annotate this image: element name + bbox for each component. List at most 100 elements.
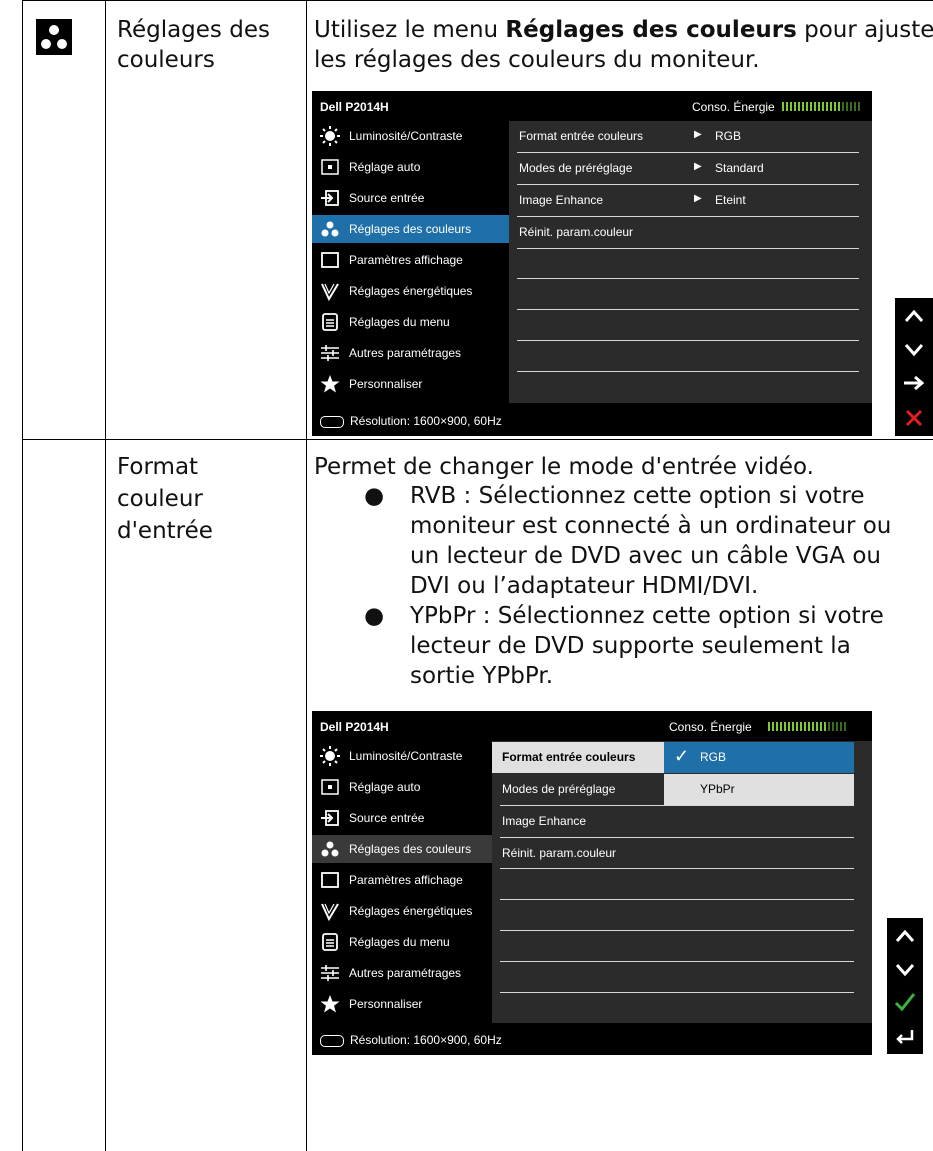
osd-model: Dell P2014H: [320, 720, 389, 734]
auto-adjust-icon: [321, 159, 339, 175]
row1-title-line2: couleurs: [117, 47, 215, 73]
osd-setting-row[interactable]: Réinit. param.couleur: [492, 838, 855, 869]
osd-menu-item-input-source[interactable]: Source entrée: [312, 184, 509, 212]
osd-menu-item-personalize[interactable]: Personnaliser: [312, 370, 509, 398]
divider: [500, 868, 854, 869]
menu-settings-icon: [322, 933, 338, 951]
table-border-col1: [105, 0, 106, 1151]
osd-menu-item-menu-settings[interactable]: Réglages du menu: [312, 308, 509, 336]
osd-menu-item-display-settings[interactable]: Paramètres affichage: [312, 246, 509, 274]
osd-menu-item-brightness[interactable]: Luminosité/Contraste: [312, 122, 509, 150]
option-rgb-selected[interactable]: ✓ RGB: [664, 742, 854, 773]
osd-menu-label: Paramètres affichage: [349, 253, 463, 267]
input-source-icon: [321, 190, 339, 206]
auto-adjust-icon: [321, 779, 339, 795]
table-border-top: [22, 0, 933, 1]
energy-leaf-icon: [321, 283, 339, 301]
osd-setting-row[interactable]: Modes de préréglage ▶ Standard: [509, 153, 872, 184]
row2-title-line3: d'entrée: [117, 518, 213, 544]
osd-menu-item-brightness[interactable]: Luminosité/Contraste: [312, 742, 509, 770]
osd-menu-item-personalize[interactable]: Personnaliser: [312, 990, 509, 1018]
back-icon[interactable]: [887, 1026, 923, 1051]
osd-menu-label: Source entrée: [349, 811, 425, 825]
divider: [500, 992, 854, 993]
divider: [500, 899, 854, 900]
osd-setting-row[interactable]: Modes de préréglage: [492, 774, 664, 805]
osd-menu-item-color-settings[interactable]: Réglages des couleurs: [312, 215, 509, 243]
down-arrow-icon[interactable]: [895, 340, 933, 362]
brightness-icon: [320, 746, 340, 766]
osd-footer: Résolution: 1600×900, 60Hz: [320, 414, 502, 428]
osd-menu-item-color-settings[interactable]: Réglages des couleurs: [312, 835, 509, 863]
osd-menu-item-other-settings[interactable]: Autres paramétrages: [312, 339, 509, 367]
display-settings-icon: [321, 872, 339, 888]
osd-menu-label: Réglages du menu: [349, 935, 450, 949]
osd-setting-row[interactable]: Image Enhance: [492, 806, 855, 837]
menu-settings-icon: [322, 313, 338, 331]
color-settings-icon: [321, 221, 339, 237]
check-icon: ✓: [674, 746, 690, 766]
divider: [500, 961, 854, 962]
sliders-icon: [321, 345, 339, 361]
table-row-divider: [22, 439, 933, 440]
osd-energy-label: Conso. Énergie: [669, 720, 752, 734]
divider: [517, 309, 859, 310]
option-ypbpr[interactable]: YPbPr: [664, 774, 854, 805]
check-icon[interactable]: [887, 992, 923, 1017]
up-arrow-icon[interactable]: [895, 306, 933, 328]
table-border-col2: [306, 0, 307, 1151]
osd-menu-1: Dell P2014H Conso. Énergie Luminosité/Co…: [312, 91, 872, 436]
osd-menu-item-other-settings[interactable]: Autres paramétrages: [312, 959, 509, 987]
osd-menu-item-menu-settings[interactable]: Réglages du menu: [312, 928, 509, 956]
osd-model: Dell P2014H: [320, 100, 389, 114]
osd-menu-item-auto-adjust[interactable]: Réglage auto: [312, 773, 509, 801]
exit-x-icon[interactable]: [895, 408, 933, 433]
osd-menu-label: Réglage auto: [349, 780, 421, 794]
bullet2-line1: YPbPr : Sélectionnez cette option si vot…: [410, 603, 884, 629]
osd-menu-item-display-settings[interactable]: Paramètres affichage: [312, 866, 509, 894]
osd-menu-item-auto-adjust[interactable]: Réglage auto: [312, 153, 509, 181]
osd-menu-label: Réglages des couleurs: [349, 842, 472, 856]
monitor-connector-icon: [320, 1034, 344, 1047]
osd-menu-label: Luminosité/Contraste: [349, 129, 463, 143]
osd-setting-row[interactable]: Image Enhance ▶ Eteint: [509, 185, 872, 216]
table-border-left: [22, 0, 23, 1151]
row2-description-intro: Permet de changer le mode d'entrée vidéo…: [314, 454, 814, 480]
play-arrow-icon: ▶: [694, 161, 702, 172]
osd-setting-row[interactable]: Réinit. param.couleur: [509, 217, 872, 248]
osd-menu-label: Réglage auto: [349, 160, 421, 174]
energy-meter: [782, 102, 860, 111]
divider: [500, 930, 854, 931]
osd-menu-item-energy-settings[interactable]: Réglages énergétiques: [312, 277, 509, 305]
osd-setting-row-selected[interactable]: Format entrée couleurs: [492, 742, 664, 773]
bullet-dot: ●: [364, 483, 385, 509]
right-arrow-icon[interactable]: [895, 374, 933, 396]
color-settings-icon: [36, 19, 72, 55]
color-settings-icon: [321, 841, 339, 857]
osd-menu-label: Personnaliser: [349, 377, 423, 391]
star-icon: [320, 375, 340, 393]
osd-menu-label: Réglages des couleurs: [349, 222, 472, 236]
play-arrow-icon: ▶: [694, 193, 702, 204]
star-icon: [320, 995, 340, 1013]
row1-description-line1: Utilisez le menu Réglages des couleurs p…: [314, 17, 933, 43]
osd-menu-item-energy-settings[interactable]: Réglages énergétiques: [312, 897, 509, 925]
divider: [517, 248, 859, 249]
monitor-connector-icon: [320, 415, 344, 428]
up-arrow-icon[interactable]: [887, 926, 923, 948]
osd-menu-label: Autres paramétrages: [349, 346, 462, 360]
divider: [517, 340, 859, 341]
row2-title-line1: Format: [117, 454, 199, 480]
row1-description-line2: les réglages des couleurs du moniteur.: [314, 47, 760, 73]
osd-setting-row[interactable]: Format entrée couleurs ▶ RGB: [509, 121, 872, 152]
bullet1-line2: moniteur est connecté à un ordinateur ou: [410, 513, 892, 539]
osd-nav-buttons-2: [887, 918, 923, 1054]
osd-menu-label: Source entrée: [349, 191, 425, 205]
brightness-icon: [320, 126, 340, 146]
sliders-icon: [321, 965, 339, 981]
row2-title-line2: couleur: [117, 486, 203, 512]
osd-menu-item-input-source[interactable]: Source entrée: [312, 804, 509, 832]
bullet2-line3: sortie YPbPr.: [410, 663, 554, 689]
osd-menu-label: Réglages du menu: [349, 315, 450, 329]
down-arrow-icon[interactable]: [887, 960, 923, 982]
